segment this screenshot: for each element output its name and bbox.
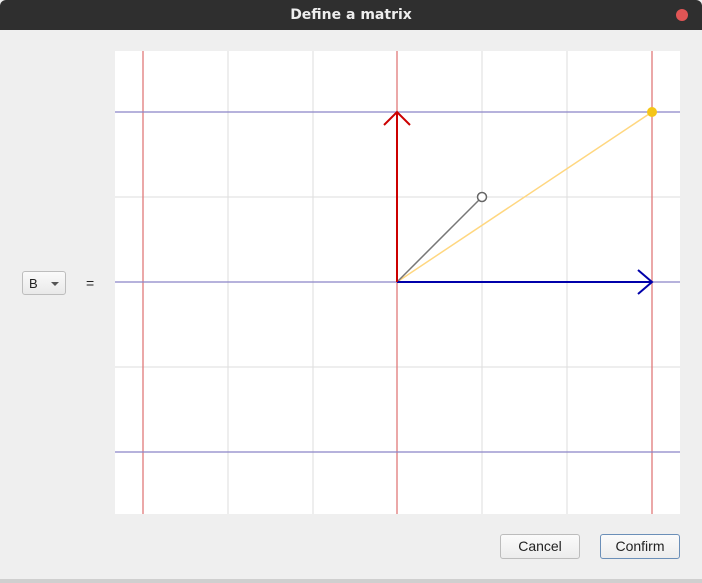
close-icon[interactable] (676, 9, 688, 21)
matrix-grid-canvas[interactable] (115, 51, 680, 514)
matrix-name-select[interactable]: B (22, 271, 66, 295)
basis-vector-i (397, 269, 654, 295)
chevron-down-icon (51, 282, 59, 286)
window-title: Define a matrix (290, 7, 412, 23)
equals-sign: = (86, 275, 95, 291)
target-point[interactable] (647, 107, 657, 117)
cancel-button[interactable]: Cancel (500, 534, 580, 559)
matrix-grid-svg (115, 51, 680, 514)
window-bottom-edge (0, 579, 702, 583)
define-matrix-dialog: Define a matrix B = Cancel Confirm (0, 0, 702, 583)
drag-vector (396, 196, 483, 283)
title-bar: Define a matrix (0, 0, 702, 30)
drag-handle[interactable] (476, 191, 488, 203)
confirm-button[interactable]: Confirm (600, 534, 680, 559)
matrix-name-value: B (29, 276, 38, 291)
